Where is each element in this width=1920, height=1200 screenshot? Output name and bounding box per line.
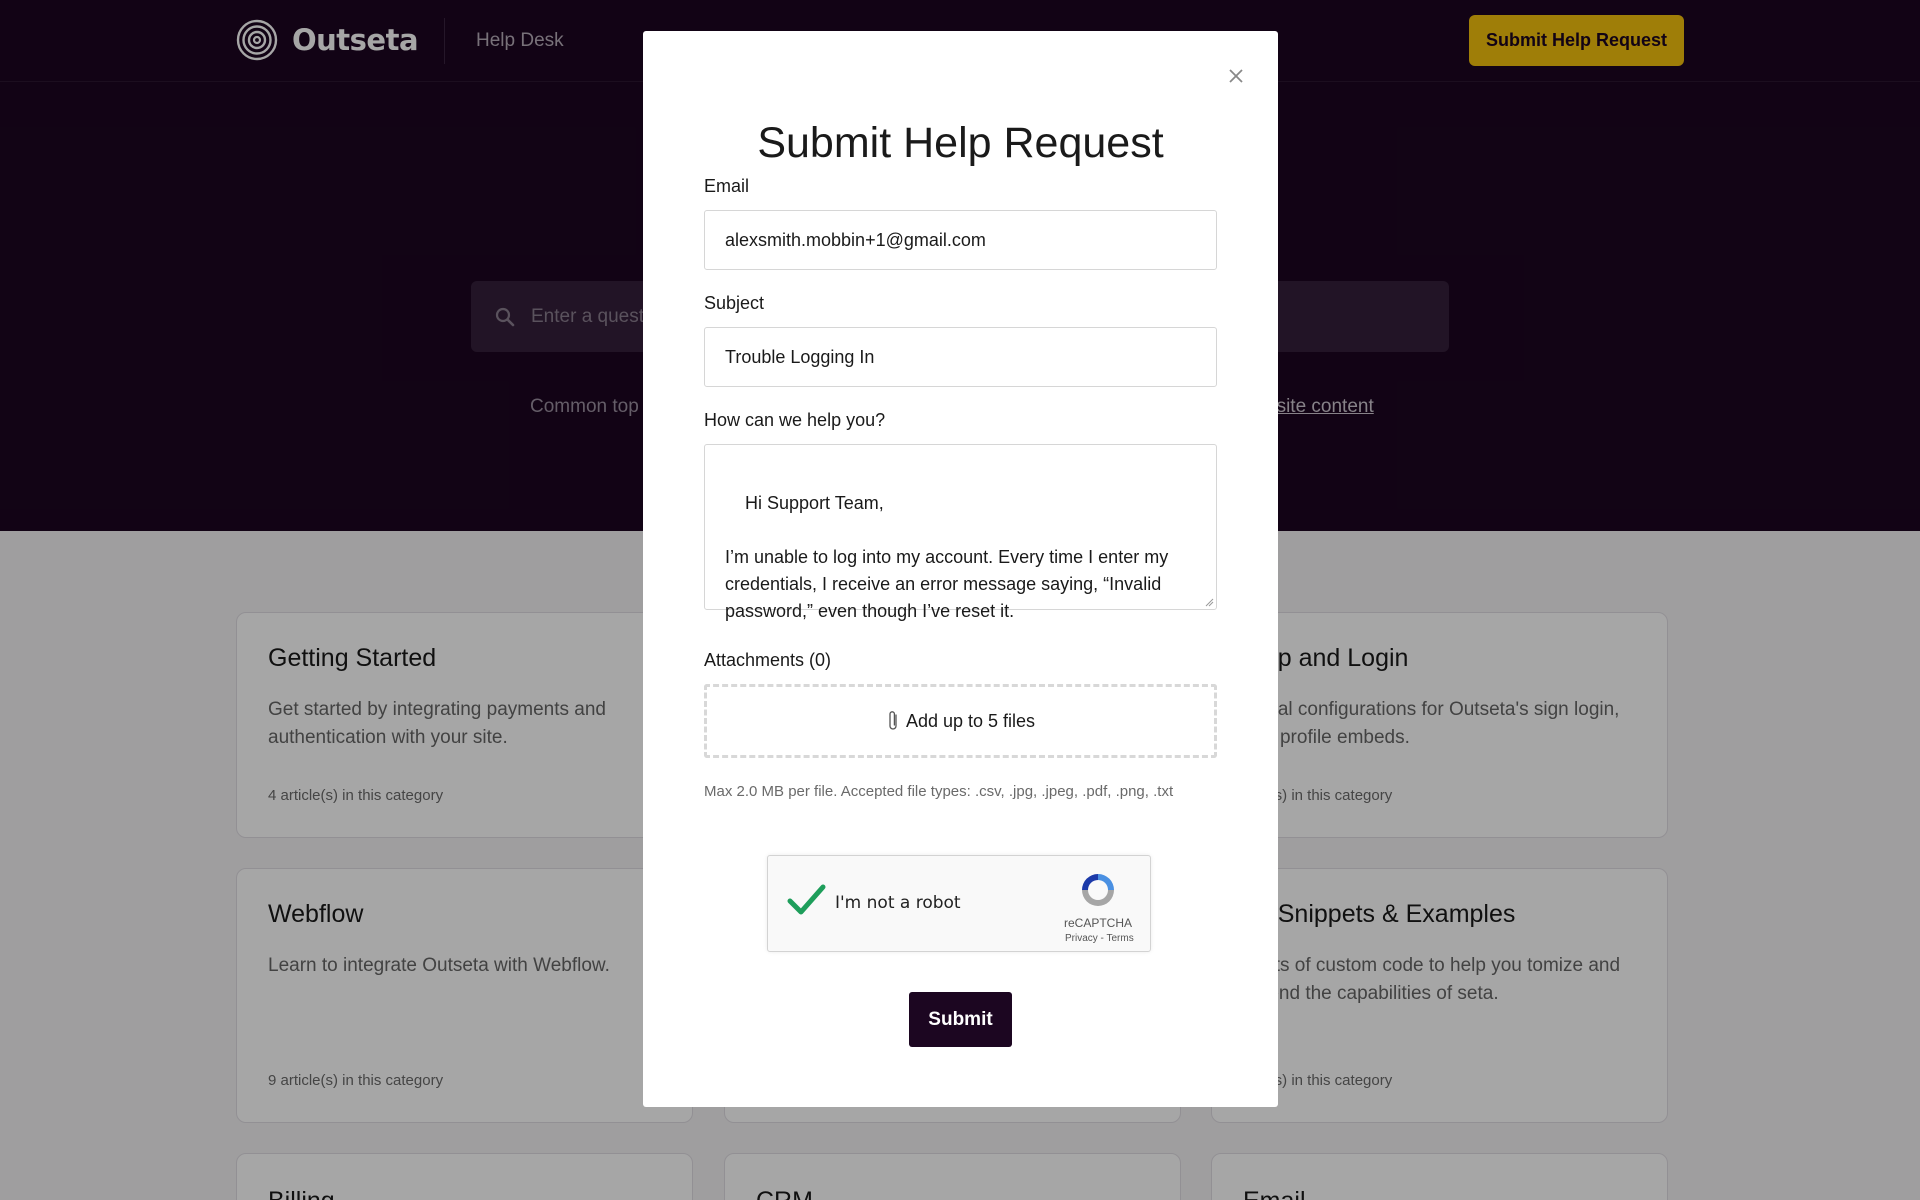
captcha-label: I'm not a robot — [835, 893, 961, 913]
checkmark-icon[interactable] — [786, 882, 826, 918]
message-text: Hi Support Team, I’m unable to log into … — [725, 493, 1169, 621]
paperclip-icon — [889, 711, 897, 730]
attachments-label: Attachments (0) — [704, 650, 832, 670]
submit-help-request-modal: Submit Help Request Email alexsmith.mobb… — [643, 31, 1278, 1107]
recaptcha-brand: reCAPTCHA — [1064, 916, 1133, 930]
modal-title: Submit Help Request — [757, 119, 1164, 167]
close-icon[interactable] — [1221, 61, 1251, 91]
submit-button[interactable]: Submit — [909, 992, 1012, 1047]
recaptcha-widget: I'm not a robot reCAPTCHA Privacy - Term… — [767, 855, 1151, 952]
file-dropzone[interactable]: Add up to 5 files — [704, 684, 1217, 758]
recaptcha-privacy-terms[interactable]: Privacy - Terms — [1065, 933, 1134, 944]
dropzone-text: Add up to 5 files — [905, 710, 1036, 731]
file-limits-hint: Max 2.0 MB per file. Accepted file types… — [704, 783, 1174, 800]
email-field[interactable]: alexsmith.mobbin+1@gmail.com — [704, 210, 1217, 270]
message-label: How can we help you? — [704, 410, 886, 430]
recaptcha-logo-icon — [1082, 874, 1114, 906]
message-textarea[interactable]: Hi Support Team, I’m unable to log into … — [704, 444, 1217, 621]
subject-label: Subject — [704, 293, 765, 313]
subject-field[interactable]: Trouble Logging In — [704, 327, 1217, 387]
email-label: Email — [704, 176, 750, 196]
resize-handle-icon[interactable] — [1204, 597, 1214, 607]
